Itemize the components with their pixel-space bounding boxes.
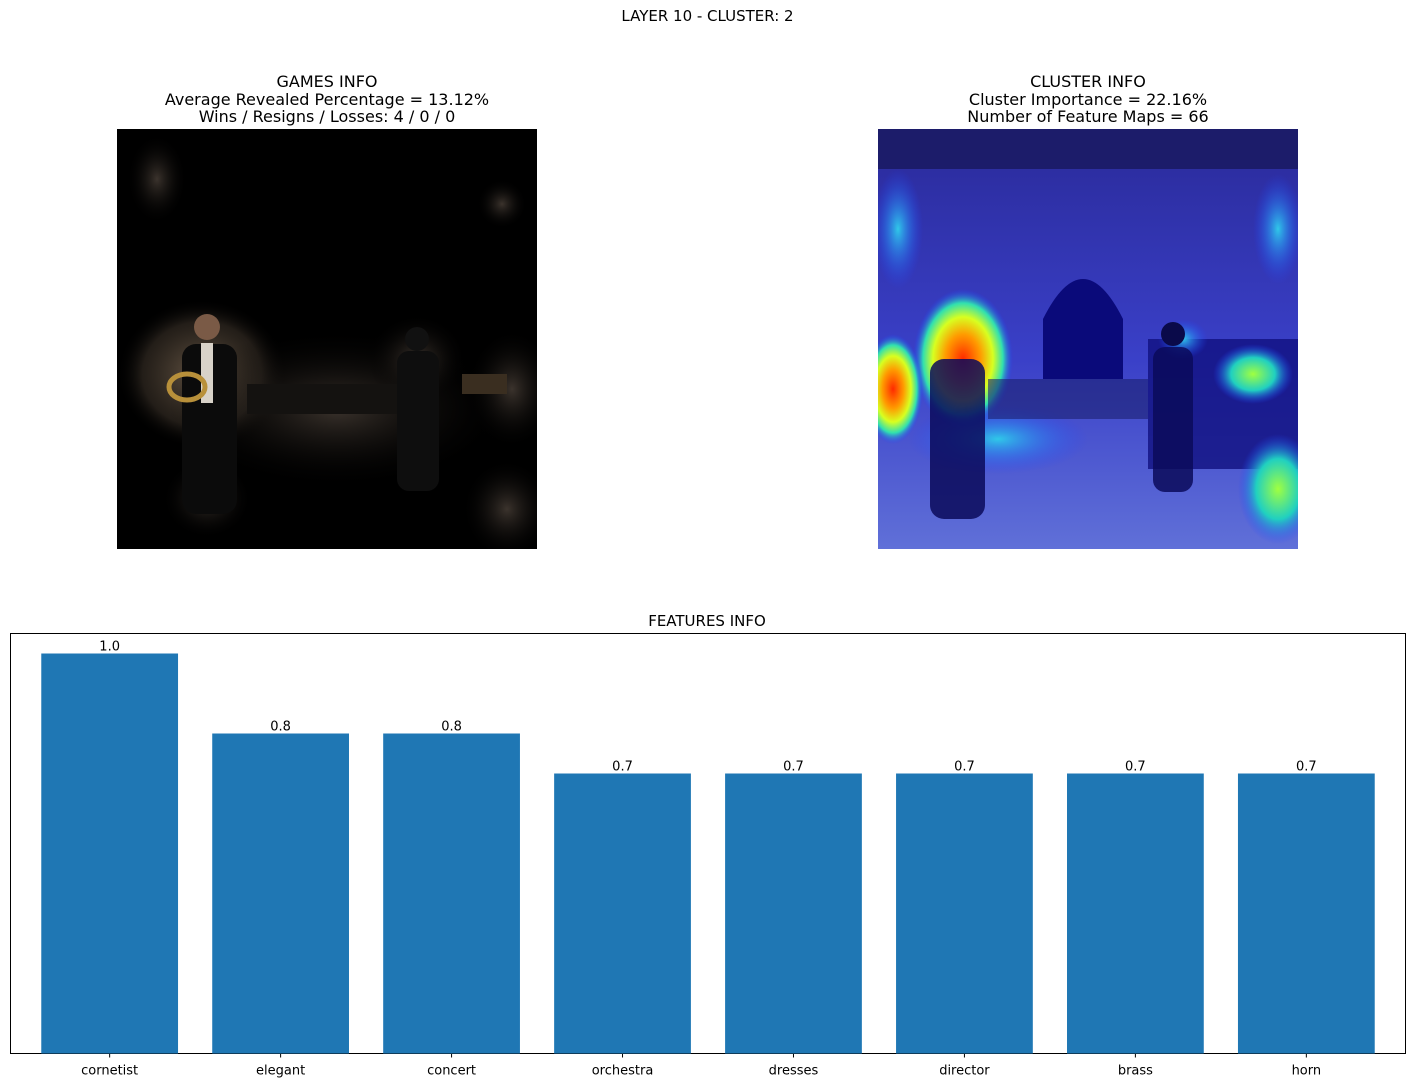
value-label-cornetist: 1.0 [99,640,120,655]
x-tick-label-orchestra: orchestra [592,1064,654,1079]
chart-title: FEATURES INFO [648,612,766,630]
bar-concert [383,733,520,1054]
x-tick-label-elegant: elegant [256,1064,305,1079]
x-tick-label-dresses: dresses [769,1064,819,1079]
features-bar-chart: FEATURES INFO 1.0 cornetist 0.8 elegant 0.8 c… [10,612,1406,1079]
value-label-elegant: 0.8 [270,720,291,735]
x-tick-label-brass: brass [1118,1064,1153,1079]
value-label-brass: 0.7 [1125,760,1146,775]
value-label-orchestra: 0.7 [612,760,633,775]
bar-orchestra [554,773,691,1054]
x-tick-label-horn: horn [1292,1064,1322,1079]
x-tick-label-director: director [939,1064,990,1079]
value-label-concert: 0.8 [441,720,462,735]
value-label-director: 0.7 [954,760,975,775]
bar-cornetist [41,653,179,1054]
value-label-horn: 0.7 [1296,760,1317,775]
bar-horn [1237,773,1375,1054]
value-label-dresses: 0.7 [783,760,804,775]
bar-elegant [212,733,349,1054]
bar-brass [1067,773,1204,1054]
x-tick-label-cornetist: cornetist [81,1064,138,1079]
bars-group: 1.0 cornetist 0.8 elegant 0.8 concert 0.7 orche… [41,640,1375,1079]
bar-director [896,773,1033,1054]
bar-dresses [725,773,862,1054]
x-tick-label-concert: concert [427,1064,476,1079]
